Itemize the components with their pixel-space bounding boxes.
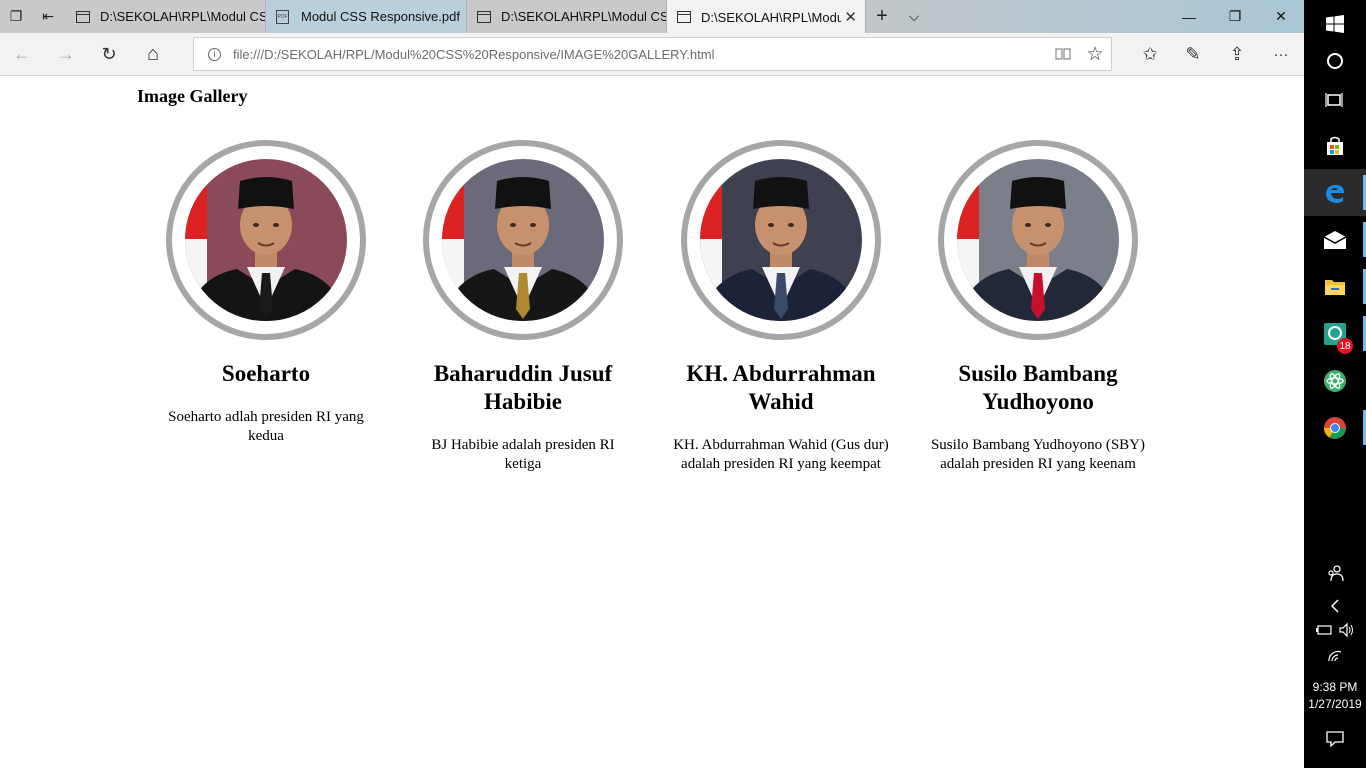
more-options-icon[interactable]: ···: [1264, 39, 1298, 69]
action-center-icon[interactable]: [1304, 715, 1366, 762]
browser-window: ❐ ⇤ D:\SEKOLAH\RPL\Modul CS PDF Modul CS…: [0, 0, 1304, 768]
favorites-hub-icon[interactable]: ✩: [1133, 39, 1167, 69]
tab-bar: ❐ ⇤ D:\SEKOLAH\RPL\Modul CS PDF Modul CS…: [0, 0, 1304, 34]
url-text[interactable]: file:///D:/SEKOLAH/RPL/Modul%20CSS%20Res…: [233, 47, 1047, 62]
card-description: Soeharto adlah presiden RI yang kedua: [168, 409, 364, 444]
page-icon: [477, 10, 491, 23]
navigation-bar: ← → ↻ ⌂ i file:///D:/SEKOLAH/RPL/Modul%2…: [0, 33, 1304, 76]
share-icon[interactable]: ⇪: [1220, 39, 1254, 69]
windows-logo-icon: [1326, 14, 1344, 33]
reading-view-icon[interactable]: [1047, 47, 1079, 61]
card-title: Baharuddin Jusuf Habibie: [433, 361, 613, 414]
store-icon[interactable]: [1304, 122, 1366, 169]
edge-browser-icon[interactable]: [1304, 169, 1366, 216]
tab-actions-icon[interactable]: ❐: [0, 0, 32, 33]
back-button[interactable]: ←: [5, 39, 39, 69]
address-bar[interactable]: i file:///D:/SEKOLAH/RPL/Modul%20CSS%20R…: [193, 37, 1112, 71]
card-description: Susilo Bambang Yudhoyono (SBY) adalah pr…: [930, 437, 1146, 472]
portrait-photo: [957, 159, 1119, 321]
pdf-icon: PDF: [276, 9, 289, 24]
file-explorer-icon[interactable]: [1304, 263, 1366, 310]
mail-icon[interactable]: [1304, 216, 1366, 263]
photo-frame: [423, 140, 623, 340]
system-clock[interactable]: 9:38 PM 1/27/2019: [1304, 679, 1366, 713]
atom-editor-icon[interactable]: [1304, 357, 1366, 404]
card-description: BJ Habibie adalah presiden RI ketiga: [431, 437, 615, 472]
photo-frame: [681, 140, 881, 340]
restore-button[interactable]: ❐: [1212, 0, 1258, 33]
favorite-star-icon[interactable]: ☆: [1079, 43, 1111, 66]
portrait-photo: [185, 159, 347, 321]
set-aside-tabs-icon[interactable]: ⇤: [32, 0, 64, 33]
home-button[interactable]: ⌂: [136, 39, 170, 69]
tab-0[interactable]: D:\SEKOLAH\RPL\Modul CS: [66, 0, 266, 33]
chrome-icon[interactable]: [1304, 404, 1366, 451]
minimize-button[interactable]: —: [1166, 0, 1212, 33]
whatsapp-icon[interactable]: 18: [1304, 310, 1366, 357]
portrait-photo: [442, 159, 604, 321]
tab-label: D:\SEKOLAH\RPL\Modul CS: [501, 9, 666, 24]
page-icon: [76, 10, 90, 23]
forward-button[interactable]: →: [49, 39, 83, 69]
task-view-icon[interactable]: [1304, 76, 1366, 123]
tab-label: D:\SEKOLAH\RPL\Modul CS: [100, 9, 265, 24]
notification-badge: 18: [1337, 338, 1353, 354]
photo-frame: [938, 140, 1138, 340]
tab-2[interactable]: D:\SEKOLAH\RPL\Modul CS: [467, 0, 667, 33]
portrait-photo: [700, 159, 862, 321]
tab-label: D:\SEKOLAH\RPL\Modu: [701, 9, 841, 25]
windows-taskbar: 18 9:38 PM 1/27/2019: [1304, 0, 1366, 768]
card-description: KH. Abdurrahman Wahid (Gus dur) adalah p…: [673, 437, 889, 472]
card-title: Soeharto: [221, 361, 311, 386]
card-title: Susilo Bambang Yudhoyono: [958, 361, 1118, 414]
tab-3-active[interactable]: D:\SEKOLAH\RPL\Modu ✕: [667, 0, 866, 34]
web-page: Image Gallery Soeharto Soeharto adlah pr…: [0, 77, 1304, 768]
clock-date: 1/27/2019: [1308, 697, 1362, 711]
close-tab-icon[interactable]: ✕: [844, 8, 857, 26]
refresh-button[interactable]: ↻: [92, 39, 126, 69]
card-title: KH. Abdurrahman Wahid: [686, 361, 876, 414]
info-icon[interactable]: i: [208, 47, 221, 61]
new-tab-icon[interactable]: +: [866, 0, 898, 33]
page-title: Image Gallery: [137, 86, 248, 106]
wifi-icon[interactable]: [1304, 641, 1366, 671]
tab-label: Modul CSS Responsive.pdf: [301, 9, 460, 24]
clock-time: 9:38 PM: [1312, 680, 1358, 694]
tab-1[interactable]: PDF Modul CSS Responsive.pdf: [266, 0, 467, 33]
notes-pen-icon[interactable]: ✎: [1176, 39, 1210, 69]
page-icon: [677, 11, 691, 23]
photo-frame: [166, 140, 366, 340]
chevron-down-icon[interactable]: ⌵: [898, 0, 930, 33]
close-window-button[interactable]: ✕: [1258, 0, 1304, 33]
